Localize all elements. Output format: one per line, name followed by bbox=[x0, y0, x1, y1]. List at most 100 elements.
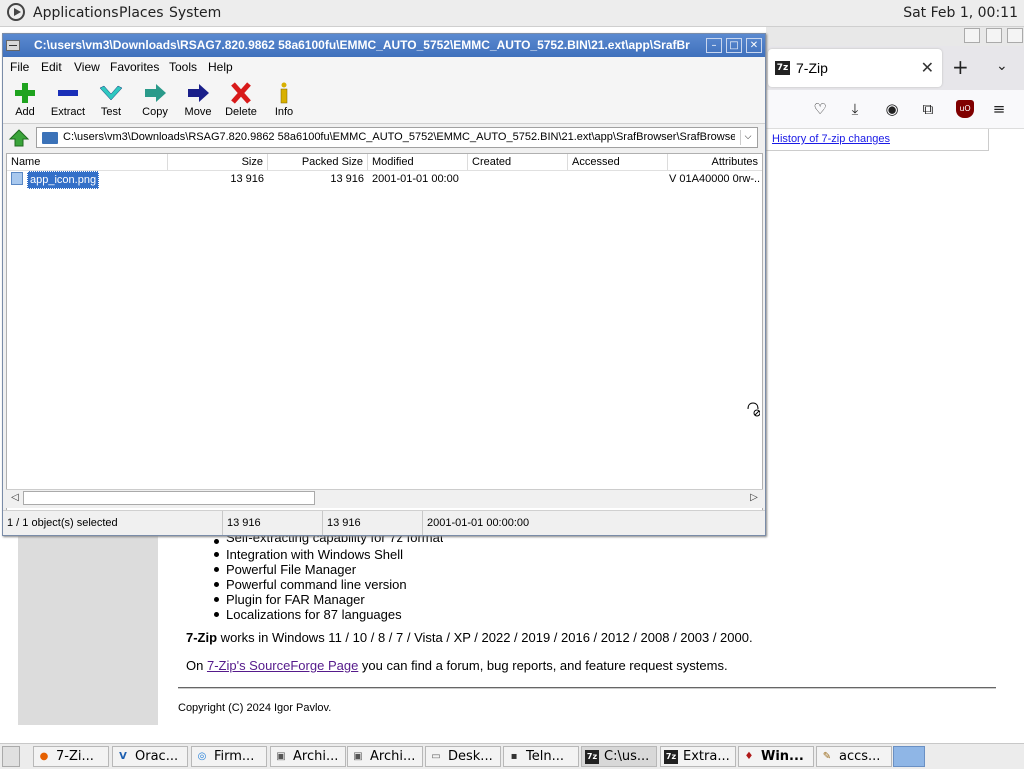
hamburger-menu-icon[interactable]: ≡ bbox=[990, 100, 1008, 118]
taskbar-item-archive-1[interactable]: ▣ Archi... bbox=[270, 746, 346, 767]
7zip-titlebar[interactable]: C:\users\vm3\Downloads\RSAG7.820.9862 58… bbox=[3, 34, 765, 57]
file-list[interactable]: Name Size Packed Size Modified Created A… bbox=[6, 153, 763, 522]
scrollbar-thumb[interactable] bbox=[23, 491, 315, 505]
test-button[interactable]: Test bbox=[89, 79, 133, 121]
scroll-left-icon[interactable]: ◁ bbox=[8, 491, 22, 505]
firefox-tab-7zip[interactable]: 7z 7-Zip ✕ bbox=[768, 49, 942, 87]
copy-button[interactable]: Copy bbox=[133, 79, 177, 121]
minimize-button[interactable]: – bbox=[706, 38, 722, 53]
system-menu[interactable]: System bbox=[169, 5, 221, 21]
firefox-close-button[interactable] bbox=[1007, 28, 1023, 43]
add-button[interactable]: Add bbox=[3, 79, 47, 121]
window-title: C:\users\vm3\Downloads\RSAG7.820.9862 58… bbox=[34, 38, 690, 52]
column-attributes[interactable]: Attributes bbox=[668, 154, 762, 170]
applications-menu[interactable]: Applications bbox=[33, 5, 119, 21]
list-item: Integration with Windows Shell bbox=[200, 547, 443, 562]
terminal-icon: ▪ bbox=[510, 751, 518, 762]
taskbar-item-7zip-filemanager[interactable]: 7z C:\us... bbox=[581, 746, 657, 767]
extensions-icon[interactable]: ⧉ bbox=[919, 100, 937, 118]
wine-icon: ♦ bbox=[744, 751, 754, 762]
status-selection: 1 / 1 object(s) selected bbox=[3, 511, 223, 535]
test-label: Test bbox=[100, 106, 122, 118]
archive-icon: ▣ bbox=[353, 751, 363, 762]
taskbar-item-oracle[interactable]: V Orac... bbox=[112, 746, 188, 767]
taskbar-label: Teln... bbox=[526, 749, 564, 764]
clock[interactable]: Sat Feb 1, 00:11 bbox=[903, 5, 1018, 21]
menu-view[interactable]: View bbox=[74, 60, 100, 74]
chevron-down-icon[interactable]: ⌵ bbox=[740, 130, 755, 145]
sourceforge-link[interactable]: 7-Zip's SourceForge Page bbox=[207, 658, 358, 673]
tab-list-chevron-icon[interactable]: ⌄ bbox=[996, 58, 1008, 74]
windows-support-paragraph: 7-Zip works in Windows 11 / 10 / 8 / 7 /… bbox=[186, 630, 753, 645]
virtualbox-icon: V bbox=[119, 751, 127, 762]
delete-button[interactable]: Delete bbox=[219, 79, 263, 121]
taskbar: ● 7-Zi... V Orac... ◎ Firm... ▣ Archi...… bbox=[0, 743, 1024, 769]
file-name[interactable]: app_icon.png bbox=[27, 171, 100, 189]
move-button[interactable]: Move bbox=[176, 79, 220, 121]
account-icon[interactable]: ◉ bbox=[883, 100, 901, 118]
up-folder-icon[interactable] bbox=[8, 128, 30, 148]
editor-icon: ✎ bbox=[822, 751, 832, 762]
taskbar-label: Desk... bbox=[448, 749, 493, 764]
sourceforge-paragraph: On 7-Zip's SourceForge Page you can find… bbox=[186, 658, 728, 673]
taskbar-item-desktop[interactable]: ▭ Desk... bbox=[425, 746, 501, 767]
copy-arrow-icon bbox=[145, 84, 166, 102]
firefox-minimize-button[interactable] bbox=[964, 28, 980, 43]
history-link[interactable]: History of 7-zip changes bbox=[772, 133, 890, 145]
move-arrow-icon bbox=[188, 84, 209, 102]
file-icon bbox=[11, 172, 23, 185]
left-column bbox=[18, 536, 158, 725]
window-menu-icon[interactable] bbox=[6, 40, 20, 51]
maximize-button[interactable]: □ bbox=[726, 38, 742, 53]
list-item: Plugin for FAR Manager bbox=[200, 592, 443, 607]
7zip-window: C:\users\vm3\Downloads\RSAG7.820.9862 58… bbox=[2, 33, 766, 536]
menu-tools[interactable]: Tools bbox=[169, 60, 197, 74]
address-bar: C:\users\vm3\Downloads\RSAG7.820.9862 58… bbox=[3, 125, 765, 152]
column-size[interactable]: Size bbox=[168, 154, 268, 170]
taskbar-item-telnet[interactable]: ▪ Teln... bbox=[503, 746, 579, 767]
column-name[interactable]: Name bbox=[7, 154, 168, 170]
column-modified[interactable]: Modified bbox=[368, 154, 468, 170]
ublock-icon[interactable]: uO bbox=[956, 100, 974, 118]
taskbar-item-editor[interactable]: ✎ accs... bbox=[816, 746, 892, 767]
menu-help[interactable]: Help bbox=[208, 60, 233, 74]
menu-bar: File Edit View Favorites Tools Help bbox=[3, 57, 765, 76]
extract-label: Extract bbox=[50, 106, 86, 118]
horizontal-scrollbar[interactable]: ◁ ▷ bbox=[6, 489, 763, 508]
taskbar-item-extract[interactable]: 7z Extra... bbox=[660, 746, 736, 767]
downloads-icon[interactable]: ⤓ bbox=[846, 100, 864, 118]
move-label: Move bbox=[184, 106, 212, 118]
table-row[interactable]: app_icon.png 13 916 13 916 2001-01-01 00… bbox=[7, 171, 762, 189]
taskbar-item-wine[interactable]: ♦ Win... bbox=[738, 746, 814, 767]
status-size: 13 916 bbox=[223, 511, 323, 535]
path-input[interactable]: C:\users\vm3\Downloads\RSAG7.820.9862 58… bbox=[36, 127, 758, 148]
tab-close-icon[interactable]: ✕ bbox=[921, 58, 934, 77]
pocket-icon[interactable]: ♡ bbox=[811, 100, 829, 118]
menu-file[interactable]: File bbox=[10, 60, 29, 74]
7zip-icon: 7z bbox=[664, 750, 678, 764]
menu-edit[interactable]: Edit bbox=[41, 60, 62, 74]
taskbar-item-firmware[interactable]: ◎ Firm... bbox=[191, 746, 267, 767]
close-button[interactable]: ✕ bbox=[746, 38, 762, 53]
taskbar-label: 7-Zi... bbox=[56, 749, 94, 764]
status-modified: 2001-01-01 00:00:00 bbox=[427, 517, 530, 529]
places-menu[interactable]: Places bbox=[119, 5, 164, 21]
extract-button[interactable]: Extract bbox=[46, 79, 90, 121]
column-created[interactable]: Created bbox=[468, 154, 568, 170]
7zip-favicon-icon: 7z bbox=[775, 61, 790, 75]
workspace-switcher[interactable] bbox=[893, 746, 925, 767]
plus-icon bbox=[15, 83, 35, 103]
firefox-maximize-button[interactable] bbox=[986, 28, 1002, 43]
taskbar-item-archive-2[interactable]: ▣ Archi... bbox=[347, 746, 423, 767]
path-text: C:\users\vm3\Downloads\RSAG7.820.9862 58… bbox=[63, 131, 735, 143]
taskbar-item-7zip-firefox[interactable]: ● 7-Zi... bbox=[33, 746, 109, 767]
scroll-right-icon[interactable]: ▷ bbox=[747, 491, 761, 505]
menu-favorites[interactable]: Favorites bbox=[110, 60, 159, 74]
toolbar: Add Extract Test Copy Move Delete Info bbox=[3, 76, 765, 124]
new-tab-icon[interactable]: + bbox=[952, 55, 969, 79]
distro-logo-icon[interactable] bbox=[7, 3, 25, 21]
column-packed-size[interactable]: Packed Size bbox=[268, 154, 368, 170]
info-button[interactable]: Info bbox=[262, 79, 306, 121]
column-accessed[interactable]: Accessed bbox=[568, 154, 668, 170]
show-desktop-button[interactable] bbox=[2, 746, 20, 767]
